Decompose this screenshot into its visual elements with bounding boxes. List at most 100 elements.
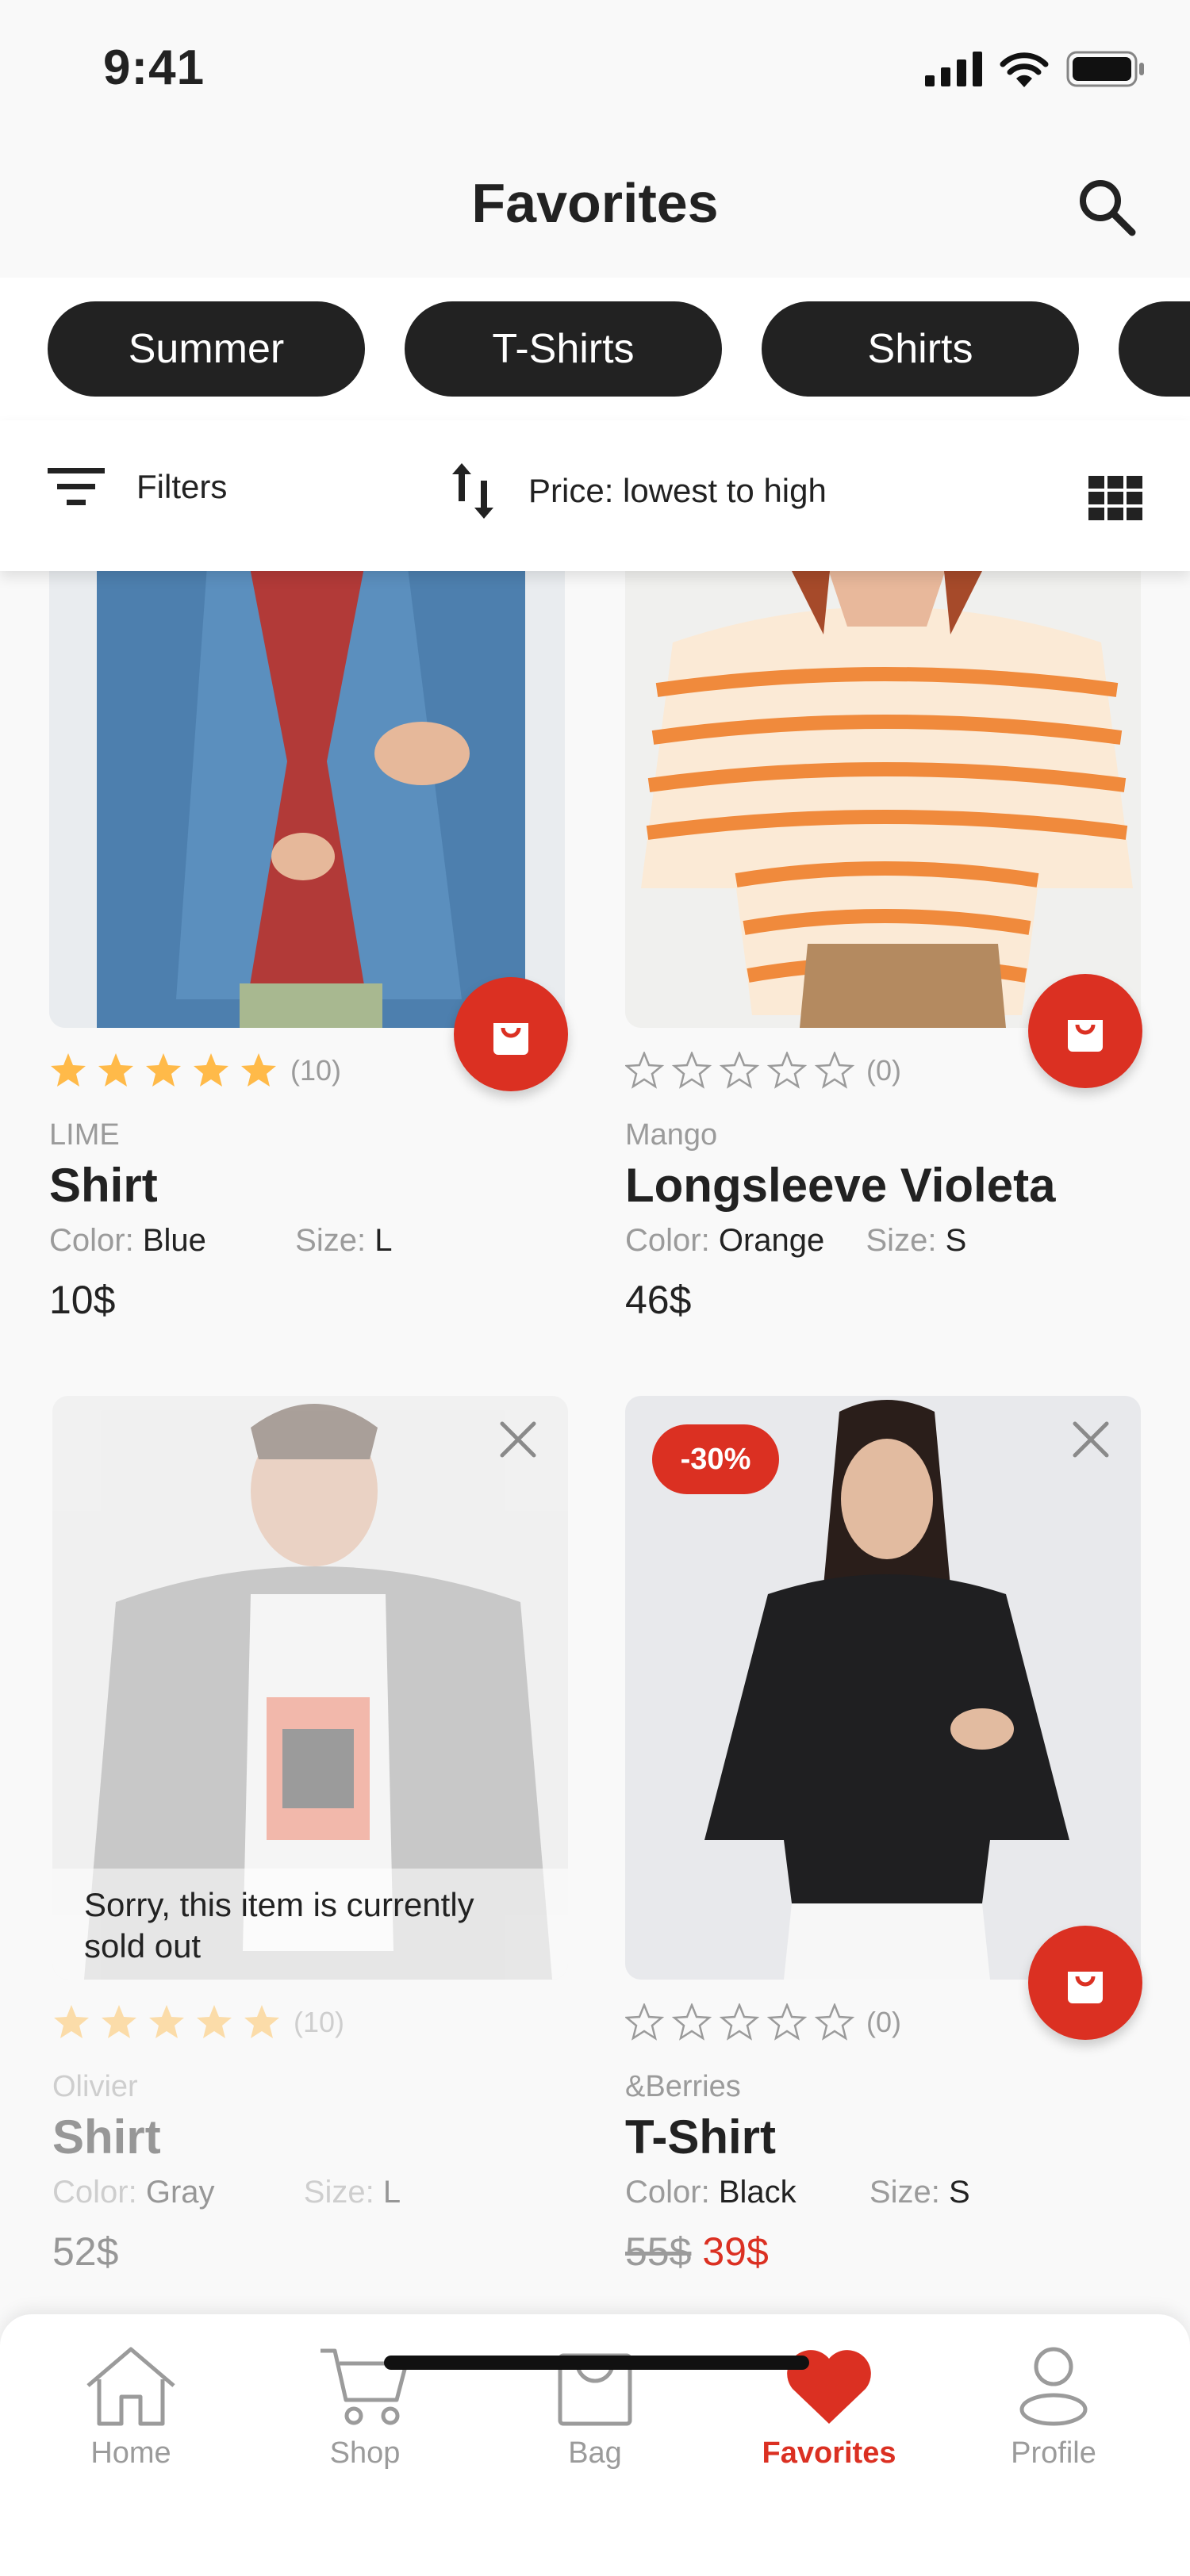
status-time: 9:41	[103, 40, 205, 95]
product-attributes: Color: Orange Size: S	[625, 1223, 966, 1259]
sold-out-details: (10) Olivier Shirt Color: Gray Size: L 5…	[52, 2003, 568, 2274]
rating: (10)	[49, 1052, 341, 1090]
product-photo-striped-longsleeve	[625, 555, 1141, 1028]
header: Favorites	[0, 143, 1190, 278]
grid-view-icon[interactable]	[1088, 476, 1142, 520]
bag-icon	[1068, 1020, 1103, 1052]
size-value: L	[374, 1223, 393, 1258]
size-label: Size:	[295, 1223, 367, 1258]
star-rating-stars	[54, 2005, 279, 2038]
product-brand: Olivier	[52, 2070, 138, 2103]
product-photo-denim-shirt	[49, 555, 565, 1028]
sort-filter-bar: Filters Price: lowest to high	[0, 420, 1190, 571]
product-name: Longsleeve Violeta	[625, 1159, 1056, 1212]
nav-home[interactable]: Home	[44, 2344, 218, 2487]
product-attributes: Color: Blue Size: L	[49, 1223, 392, 1259]
product-price: 52$	[52, 2229, 119, 2274]
battery-icon	[1066, 51, 1144, 87]
product-name: Shirt	[49, 1159, 158, 1212]
color-label: Color:	[52, 2175, 137, 2210]
size-value: S	[948, 2175, 970, 2210]
add-to-bag-button[interactable]	[1028, 1926, 1142, 2040]
close-icon	[500, 1421, 536, 1458]
product-image[interactable]	[49, 555, 565, 1028]
product-attributes: Color: Black Size: S	[625, 2175, 970, 2210]
nav-home-label: Home	[90, 2436, 171, 2470]
size-value: L	[382, 2175, 401, 2210]
star-rating-stars	[625, 2003, 855, 2041]
remove-favorite-button[interactable]	[490, 1412, 546, 1467]
favorites-screen: 9:41 Favorites Summer T-Shirts Shirts Fi…	[0, 0, 1190, 2576]
wifi-icon	[1000, 52, 1049, 87]
product-name: T-Shirt	[625, 2110, 776, 2164]
color-value: Black	[718, 2175, 797, 2210]
color-value: Blue	[142, 1223, 206, 1258]
color-value: Gray	[145, 2175, 215, 2210]
product-brand: LIME	[49, 1118, 120, 1152]
size-label: Size:	[303, 2175, 374, 2210]
filters-label: Filters	[136, 468, 228, 505]
sale-price: 39$	[702, 2229, 769, 2274]
filter-icon	[48, 468, 105, 505]
bag-icon	[1068, 1972, 1103, 2003]
product-brand: Mango	[625, 1118, 718, 1152]
color-label: Color:	[49, 1223, 134, 1258]
sort-label: Price: lowest to high	[528, 472, 827, 509]
status-bar: 9:41	[0, 0, 1190, 143]
filters-button[interactable]: Filters	[48, 465, 227, 509]
bag-icon	[493, 1023, 528, 1055]
product-image[interactable]	[625, 555, 1141, 1028]
chip-more[interactable]	[1119, 301, 1190, 397]
color-label: Color:	[625, 1223, 710, 1258]
star-rating-stars	[625, 1052, 855, 1089]
status-icons	[925, 51, 1146, 87]
product-attributes: Color: Gray Size: L	[52, 2175, 401, 2210]
product-card[interactable]: (0) Mango Longsleeve Violeta Color: Oran…	[625, 555, 1149, 1332]
signal-icon	[925, 52, 982, 86]
color-value: Orange	[718, 1223, 825, 1258]
size-label: Size:	[869, 2175, 940, 2210]
product-image[interactable]: Sorry, this item is currently sold out	[52, 1396, 568, 1980]
chip-shirts[interactable]: Shirts	[762, 301, 1079, 397]
home-indicator[interactable]	[384, 2356, 809, 2370]
home-icon	[86, 2347, 175, 2426]
rating: (0)	[625, 1052, 901, 1090]
color-label: Color:	[625, 2175, 710, 2210]
product-card[interactable]: -30% (0) &Berries T-Shirt Color: Black S…	[625, 1396, 1149, 2274]
product-price: 55$ 39$	[625, 2229, 769, 2275]
product-brand: &Berries	[625, 2070, 741, 2103]
discount-badge: -30%	[652, 1424, 779, 1494]
rating: (10)	[52, 2003, 344, 2041]
chip-t-shirts[interactable]: T-Shirts	[405, 301, 722, 397]
category-chips: Summer T-Shirts Shirts	[48, 301, 1190, 397]
close-icon	[1073, 1421, 1109, 1458]
size-label: Size:	[866, 1223, 937, 1258]
product-price: 10$	[49, 1278, 116, 1322]
review-count: (10)	[290, 1054, 342, 1087]
page-title: Favorites	[471, 172, 719, 234]
star-rating-stars	[51, 1053, 276, 1087]
product-price: 46$	[625, 1278, 692, 1322]
sold-out-message: Sorry, this item is currently sold out	[52, 1869, 568, 1980]
add-to-bag-button[interactable]	[454, 977, 568, 1091]
chip-summer[interactable]: Summer	[48, 301, 365, 397]
nav-profile-label: Profile	[1011, 2436, 1096, 2470]
category-chips-bar: Summer T-Shirts Shirts	[0, 278, 1190, 420]
nav-bag-label: Bag	[568, 2436, 622, 2470]
search-button[interactable]	[1071, 171, 1142, 243]
add-to-bag-button[interactable]	[1028, 974, 1142, 1088]
product-card-sold-out[interactable]: Sorry, this item is currently sold out (…	[52, 1396, 576, 2274]
old-price: 55$	[625, 2229, 692, 2274]
review-count: (0)	[866, 2006, 901, 2038]
search-icon	[1080, 180, 1136, 236]
remove-favorite-button[interactable]	[1063, 1412, 1119, 1467]
rating: (0)	[625, 2003, 901, 2041]
product-card[interactable]: (10) LIME Shirt Color: Blue Size: L 10$	[49, 555, 573, 1332]
review-count: (0)	[866, 1054, 901, 1087]
sort-button[interactable]: Price: lowest to high	[449, 460, 827, 522]
nav-profile[interactable]: Profile	[966, 2344, 1141, 2487]
product-name: Shirt	[52, 2110, 161, 2164]
size-value: S	[945, 1223, 967, 1258]
bottom-nav: Home Shop Bag Favorites Profile	[0, 2314, 1190, 2576]
profile-icon	[1019, 2347, 1088, 2426]
